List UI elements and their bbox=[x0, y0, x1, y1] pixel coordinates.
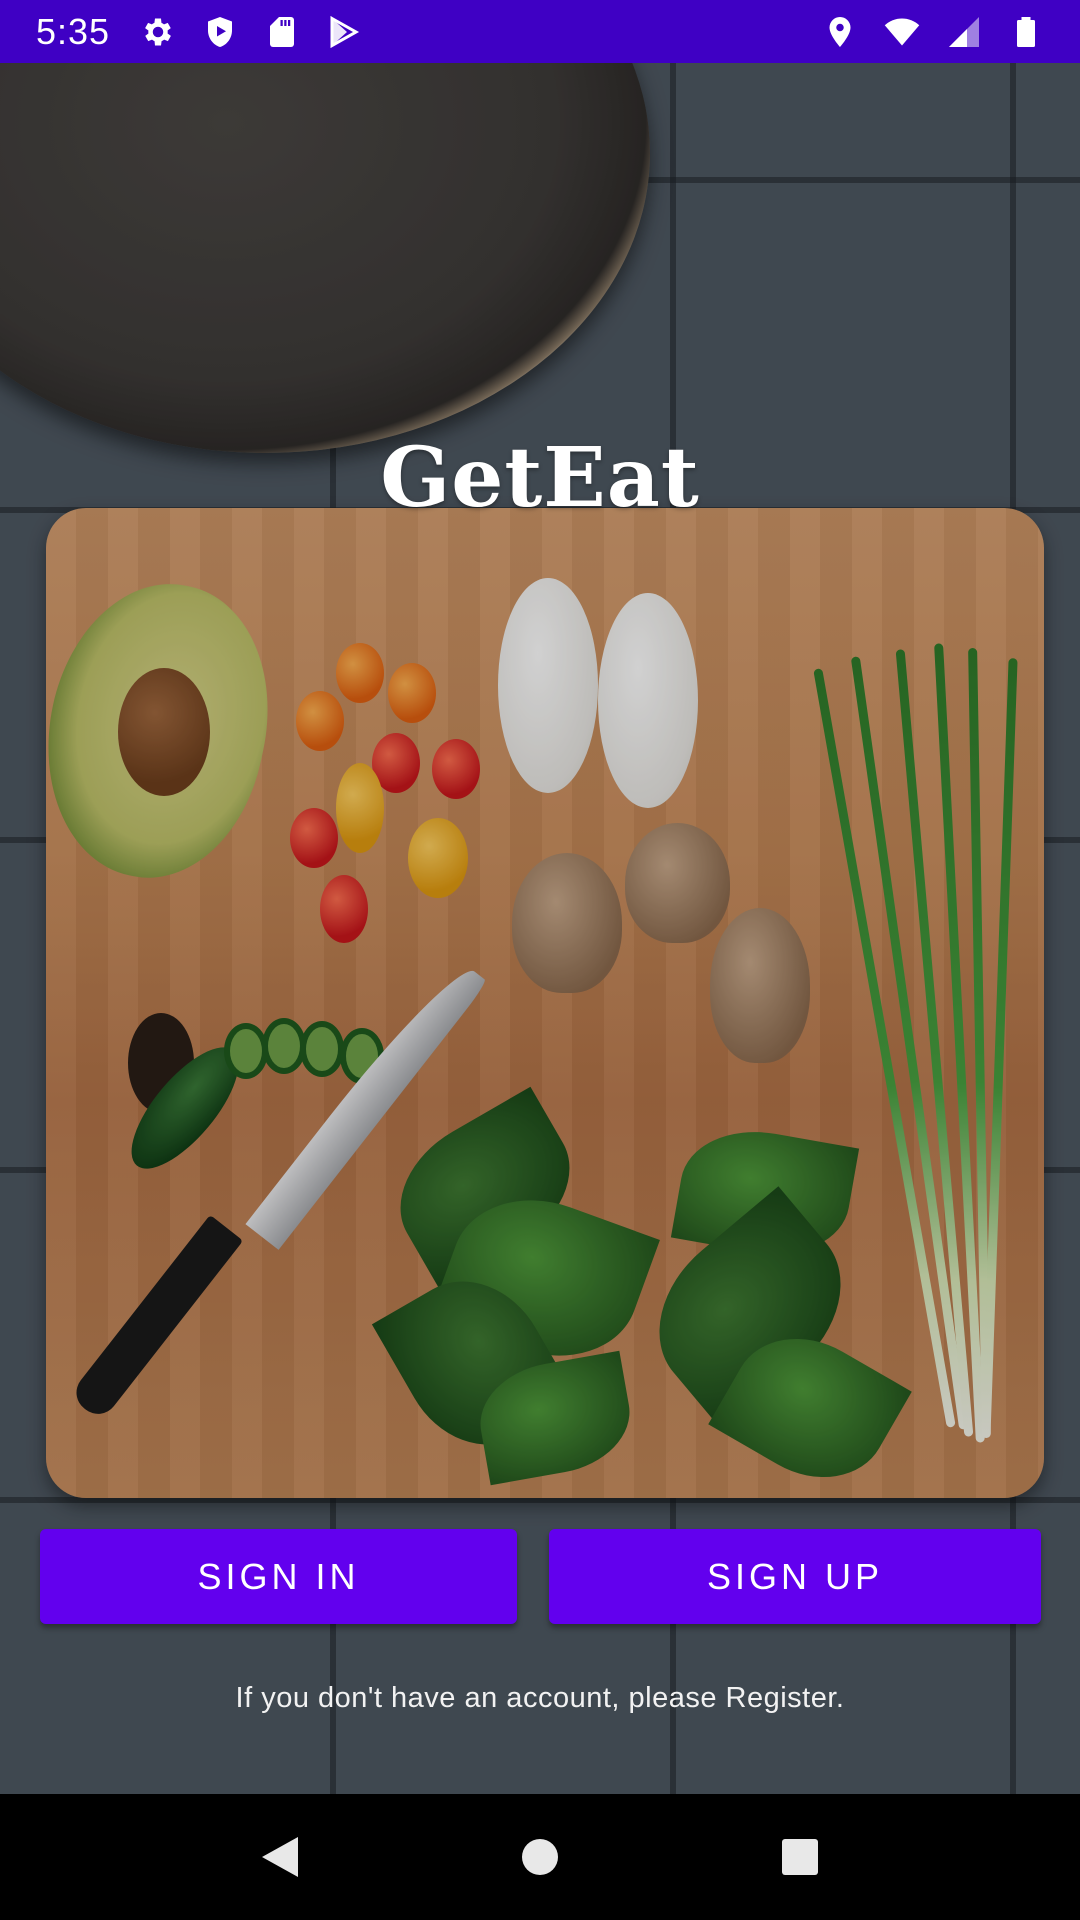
sign-in-button[interactable]: SIGN IN bbox=[40, 1529, 517, 1624]
location-icon bbox=[822, 14, 858, 50]
status-icons-right bbox=[822, 14, 1044, 50]
signal-icon bbox=[946, 14, 982, 50]
play-store-icon bbox=[326, 14, 362, 50]
battery-icon bbox=[1008, 14, 1044, 50]
home-icon[interactable] bbox=[510, 1827, 570, 1887]
sd-card-icon bbox=[264, 14, 300, 50]
status-bar: 5:35 bbox=[0, 0, 1080, 63]
register-hint: If you don't have an account, please Reg… bbox=[235, 1682, 845, 1714]
settings-icon bbox=[140, 14, 176, 50]
app-title: GetEat bbox=[380, 430, 700, 526]
back-icon[interactable] bbox=[250, 1827, 310, 1887]
shield-play-icon bbox=[202, 14, 238, 50]
status-icons-left bbox=[140, 14, 362, 50]
navigation-bar bbox=[0, 1794, 1080, 1920]
wifi-icon bbox=[884, 14, 920, 50]
sign-up-button[interactable]: SIGN UP bbox=[549, 1529, 1041, 1624]
status-time: 5:35 bbox=[36, 10, 111, 52]
recents-icon[interactable] bbox=[770, 1827, 830, 1887]
